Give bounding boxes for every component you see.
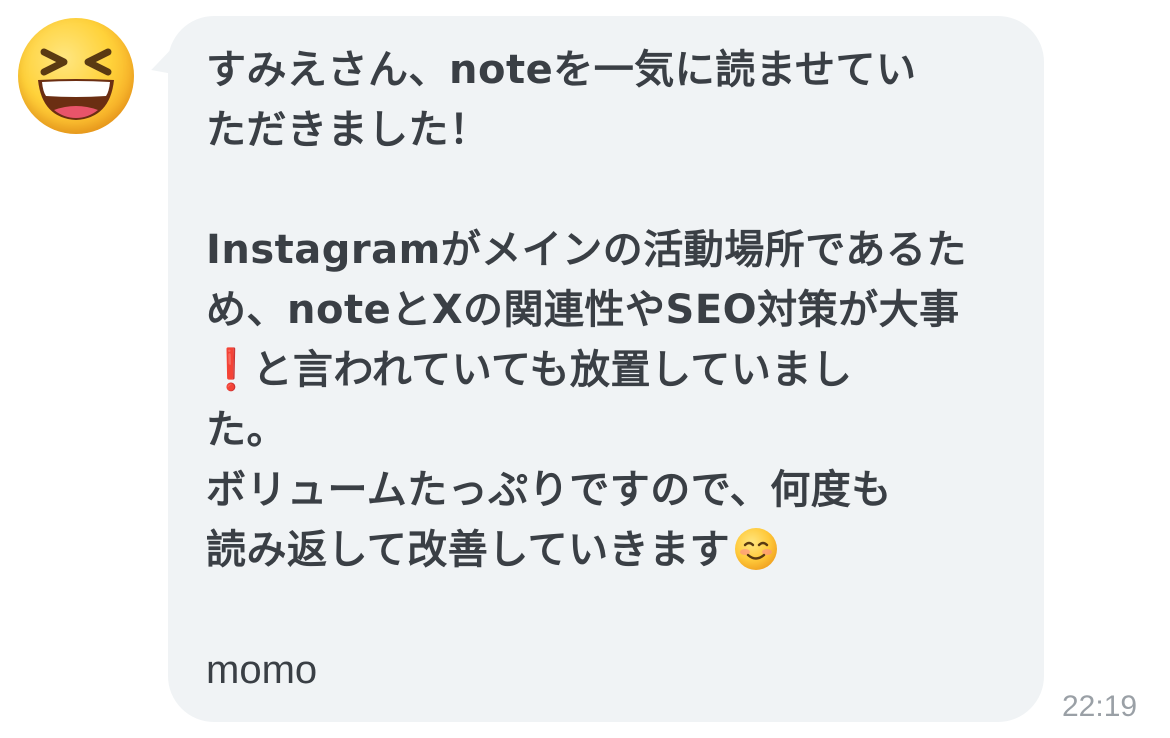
message-line: ボリュームたっぷりですので、何度も <box>206 467 892 513</box>
message-line: と言われていても放置していまし <box>252 347 853 393</box>
message-line: ただきました！ <box>206 107 490 153</box>
message-line-with-exclamation: ❗ と言われていても放置していまし <box>206 340 1006 400</box>
message-line: Instagramがメインの活動場所であるた <box>206 227 967 273</box>
signature: momo <box>206 648 318 692</box>
grinning-squinting-face-icon <box>38 48 114 120</box>
message-line: め、noteとXの関連性やSEO対策が大事 <box>206 287 960 333</box>
message-text: すみえさん、noteを一気に読ませてい ただきました！ Instagramがメイ… <box>206 40 1006 580</box>
exclamation-icon: ❗ <box>206 347 257 393</box>
message-line: た。 <box>206 407 287 453</box>
chat-view: すみえさん、noteを一気に読ませてい ただきました！ Instagramがメイ… <box>0 0 1170 738</box>
message-timestamp: 22:19 <box>1062 690 1138 723</box>
smiling-face-icon <box>735 528 778 570</box>
sender-avatar[interactable] <box>18 18 134 134</box>
message-line: すみえさん、noteを一気に読ませてい <box>206 47 917 93</box>
message-line: 読み返して改善していきます <box>206 527 731 573</box>
message-line-with-emoji: 読み返して改善していきます <box>206 520 1006 580</box>
